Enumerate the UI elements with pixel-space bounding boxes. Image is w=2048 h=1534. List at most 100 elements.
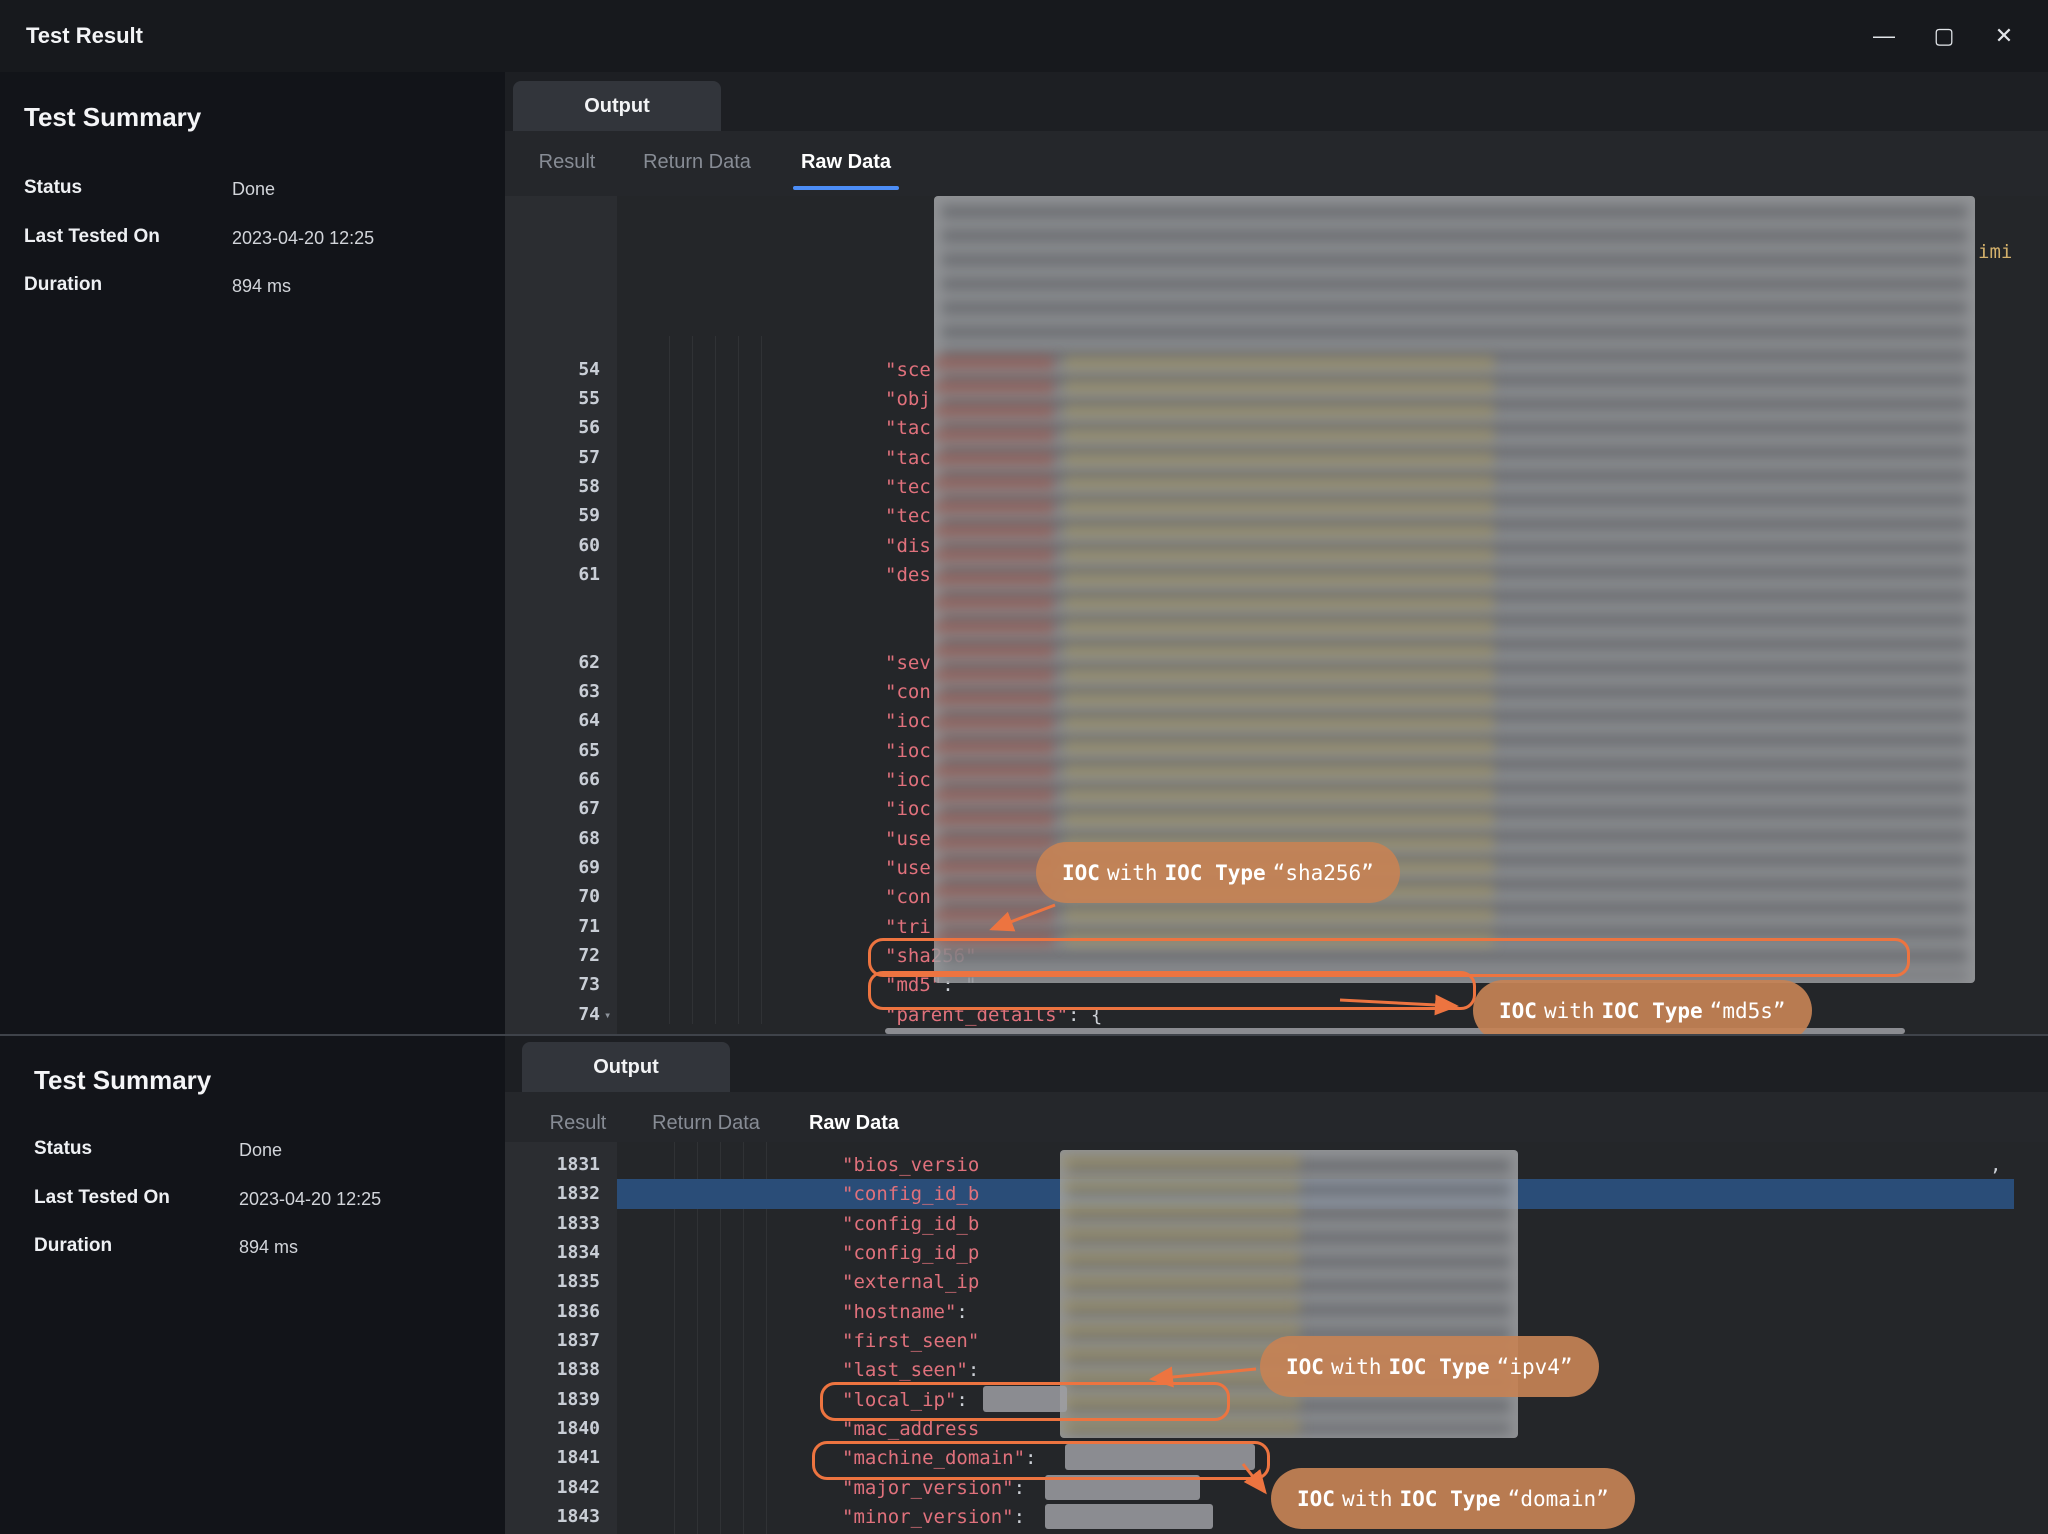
- line-number: 1843: [505, 1502, 600, 1532]
- code-text: "tec: [885, 501, 931, 531]
- code-text: "use: [885, 853, 931, 883]
- code-text: "obj: [885, 384, 931, 414]
- line-number: 1840: [505, 1414, 600, 1444]
- code-text: "external_ip: [842, 1267, 979, 1297]
- code-text: "ioc: [885, 765, 931, 795]
- line-number: 64: [505, 706, 600, 736]
- callout-text: IOC: [1499, 999, 1537, 1023]
- code-text: "sev: [885, 648, 931, 678]
- code-text: "tac: [885, 443, 931, 473]
- redacted-value: [1045, 1504, 1213, 1529]
- code-text: "config_id_p: [842, 1238, 979, 1268]
- code-text: "tac: [885, 413, 931, 443]
- line-number: 60: [505, 531, 600, 561]
- minimize-icon[interactable]: —: [1868, 20, 1900, 52]
- code-text: "minor_version":: [842, 1502, 1025, 1532]
- code-text: "dis: [885, 531, 931, 561]
- last-tested-value: 2023-04-20 12:25: [232, 228, 374, 249]
- line-number: 1835: [505, 1267, 600, 1297]
- code-text: "ioc: [885, 736, 931, 766]
- line-number: 1842: [505, 1473, 600, 1503]
- line-number: 1832: [505, 1179, 600, 1209]
- line-number: 62: [505, 648, 600, 678]
- line-number: 67: [505, 794, 600, 824]
- status-label: Status: [24, 177, 82, 199]
- line-number: 1836: [505, 1297, 600, 1327]
- status-label: Status: [34, 1138, 92, 1160]
- callout-text: with: [1107, 861, 1158, 885]
- ioc-callout-domain: IOC with IOC Type “domain”: [1271, 1468, 1635, 1529]
- bottom-test-summary-sidebar: Test Summary Status Done Last Tested On …: [0, 1036, 505, 1534]
- ioc-callout-md5s: IOC with IOC Type “md5s”: [1473, 980, 1812, 1034]
- tab-result[interactable]: Result: [527, 147, 607, 177]
- ioc-callout-ipv4: IOC with IOC Type “ipv4”: [1260, 1336, 1599, 1397]
- callout-value: “md5s”: [1710, 999, 1786, 1023]
- tab-return-data[interactable]: Return Data: [627, 147, 767, 177]
- window-titlebar: Test Result — ▢ ✕: [0, 0, 2048, 72]
- tab-result[interactable]: Result: [538, 1108, 618, 1138]
- code-text: "ioc: [885, 706, 931, 736]
- tab-output[interactable]: Output: [513, 81, 721, 131]
- test-summary-title: Test Summary: [34, 1065, 211, 1096]
- line-number: 69: [505, 853, 600, 883]
- line-number: 55: [505, 384, 600, 414]
- duration-value: 894 ms: [239, 1237, 298, 1258]
- top-test-summary-sidebar: Test Summary Status Done Last Tested On …: [0, 72, 505, 1034]
- code-text: "config_id_b: [842, 1209, 979, 1239]
- maximize-icon[interactable]: ▢: [1928, 20, 1960, 52]
- duration-value: 894 ms: [232, 276, 291, 297]
- duration-label: Duration: [34, 1235, 112, 1257]
- test-result-window: Test Result — ▢ ✕ Test Summary Status Do…: [0, 0, 2048, 1534]
- callout-text: IOC: [1062, 861, 1100, 885]
- callout-text: with: [1331, 1355, 1382, 1379]
- callout-value: “ipv4”: [1497, 1355, 1573, 1379]
- line-number: 1834: [505, 1238, 600, 1268]
- tab-raw-data[interactable]: Raw Data: [800, 1108, 908, 1138]
- line-number: 58: [505, 472, 600, 502]
- raw-data-editor[interactable]: 1831"bios_versio,1832"config_id_b1833"co…: [505, 1142, 2048, 1534]
- code-line: 1841"machine_domain":: [505, 1443, 2048, 1473]
- code-text: "last_seen":: [842, 1355, 979, 1385]
- line-number: 1833: [505, 1209, 600, 1239]
- fold-arrow-icon[interactable]: ▾: [604, 1000, 611, 1030]
- bottom-tab-strip: [505, 1036, 2048, 1092]
- line-number: 57: [505, 443, 600, 473]
- line-number: 61: [505, 560, 600, 590]
- line-number: 74: [505, 1000, 600, 1030]
- close-icon[interactable]: ✕: [1988, 20, 2020, 52]
- line-number: 1831: [505, 1150, 600, 1180]
- last-tested-label: Last Tested On: [34, 1187, 170, 1209]
- callout-value: “domain”: [1508, 1487, 1609, 1511]
- line-number: 73: [505, 970, 600, 1000]
- line-number: 72: [505, 941, 600, 971]
- ioc-callout-sha256: IOC with IOC Type “sha256”: [1036, 842, 1400, 903]
- callout-text: IOC Type: [1602, 999, 1703, 1023]
- redacted-key-streaks: [934, 351, 1054, 951]
- tab-raw-data[interactable]: Raw Data: [793, 147, 899, 177]
- callout-text: IOC: [1286, 1355, 1324, 1379]
- window-controls: — ▢ ✕: [1868, 0, 2020, 72]
- line-number: 54: [505, 355, 600, 385]
- line-number: 66: [505, 765, 600, 795]
- test-summary-title: Test Summary: [24, 102, 201, 133]
- callout-text: IOC Type: [1400, 1487, 1501, 1511]
- line-number: 1841: [505, 1443, 600, 1473]
- ioc-highlight-local-ip: [820, 1382, 1230, 1421]
- line-number: 65: [505, 736, 600, 766]
- ioc-highlight-md5: [868, 971, 1476, 1010]
- code-text: "con: [885, 677, 931, 707]
- callout-text: IOC Type: [1165, 861, 1266, 885]
- code-text: "sce: [885, 355, 931, 385]
- callout-text: IOC: [1297, 1487, 1335, 1511]
- duration-label: Duration: [24, 274, 102, 296]
- tab-output[interactable]: Output: [522, 1042, 730, 1092]
- line-number: 1837: [505, 1326, 600, 1356]
- code-text: "ioc: [885, 794, 931, 824]
- raw-data-editor[interactable]: 54"sce55"obj56"tac57"tac58"tec59"tec60"d…: [505, 196, 2048, 1034]
- code-text: "bios_versio: [842, 1150, 979, 1180]
- code-text: "hostname":: [842, 1297, 968, 1327]
- line-number: 59: [505, 501, 600, 531]
- code-text: "con: [885, 882, 931, 912]
- tab-return-data[interactable]: Return Data: [636, 1108, 776, 1138]
- line-number: 63: [505, 677, 600, 707]
